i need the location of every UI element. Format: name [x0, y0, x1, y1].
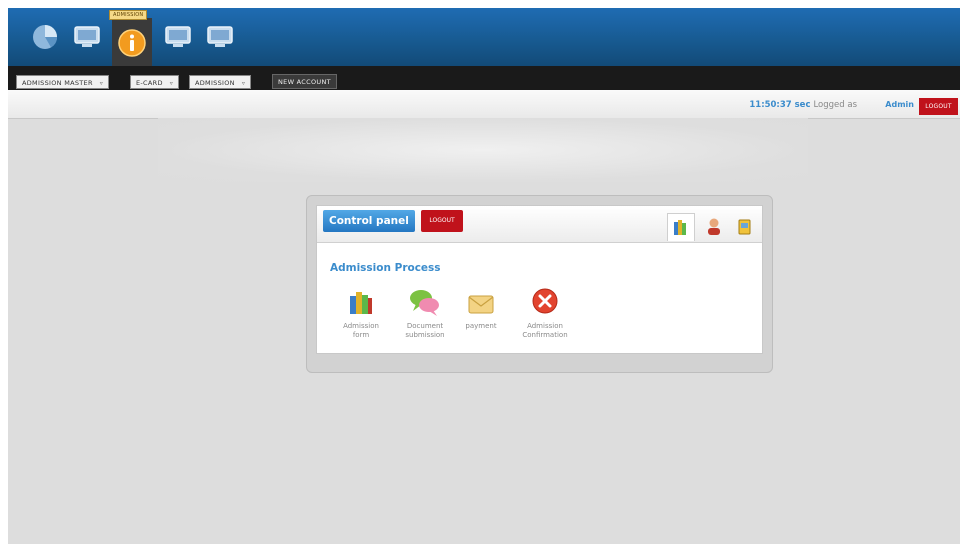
- panel-logout-button[interactable]: LOGOUT: [421, 210, 463, 232]
- app-admission-confirmation[interactable]: Admission Confirmation: [517, 286, 573, 340]
- tab-admission[interactable]: [667, 213, 695, 241]
- monitor-icon[interactable]: [205, 22, 235, 52]
- control-panel: Control panel LOGOUT Admission Process A…: [316, 205, 763, 354]
- app-label-line2: Confirmation: [522, 331, 568, 339]
- tab-notebook[interactable]: [731, 214, 759, 242]
- info-icon[interactable]: [117, 28, 147, 58]
- app-label-line1: Admission: [343, 322, 379, 330]
- top-banner: ADMISSION: [8, 8, 960, 66]
- chevron-down-icon: ▿: [99, 80, 104, 87]
- menu-label: NEW ACCOUNT: [278, 78, 331, 86]
- section-title: Admission Process: [330, 262, 441, 274]
- books-icon: [350, 292, 372, 314]
- clock-time: 11:50:37 sec: [749, 100, 811, 110]
- menu-label: ADMISSION: [195, 79, 235, 87]
- app-label-line2: submission: [405, 331, 445, 339]
- logged-as-label: Logged as: [813, 100, 857, 110]
- icon-tooltip: ADMISSION: [109, 10, 148, 20]
- cancel-circle-icon: [532, 288, 558, 314]
- app-document-submission[interactable]: Document submission: [397, 286, 453, 340]
- menu-admission[interactable]: ADMISSION ▿: [189, 75, 252, 89]
- status-bar: 11:50:37 sec Logged as Admin LOGOUT: [8, 90, 960, 119]
- background-glow: [158, 118, 808, 182]
- menu-e-card[interactable]: E-CARD ▿: [130, 75, 180, 89]
- app-window: ADMISSION ADMISSION MASTER ▿ E-CARD ▿ AD…: [8, 8, 960, 544]
- pie-chart-icon[interactable]: [30, 22, 60, 52]
- monitor-icon[interactable]: [163, 22, 193, 52]
- control-panel-button[interactable]: Control panel: [323, 210, 415, 232]
- header-logout-button[interactable]: LOGOUT: [919, 98, 958, 115]
- app-label: payment: [453, 322, 509, 331]
- current-user: Admin: [885, 100, 914, 109]
- app-label-line1: Document: [406, 322, 444, 330]
- app-label-line2: form: [352, 331, 370, 339]
- chevron-down-icon: ▿: [169, 80, 174, 87]
- chat-bubbles-icon: [410, 290, 439, 316]
- notebook-icon: [738, 219, 751, 235]
- menu-bar: ADMISSION MASTER ▿ E-CARD ▿ ADMISSION ▿ NEW…: [8, 66, 960, 90]
- app-admission-form[interactable]: Admission form: [333, 286, 389, 340]
- menu-new-account[interactable]: NEW ACCOUNT: [272, 74, 337, 89]
- control-panel-header: Control panel LOGOUT: [317, 206, 762, 243]
- app-payment[interactable]: payment: [453, 286, 509, 331]
- app-label: Admission Confirmation: [517, 322, 573, 340]
- tab-users[interactable]: [701, 214, 729, 242]
- menu-label: ADMISSION MASTER: [22, 79, 93, 87]
- app-label-line1: Admission: [527, 322, 563, 330]
- monitor-icon[interactable]: [72, 22, 102, 52]
- app-label: Admission form: [333, 322, 389, 340]
- chevron-down-icon: ▿: [241, 80, 246, 87]
- app-label-line1: payment: [465, 322, 497, 330]
- envelope-icon: [468, 295, 494, 314]
- user-icon: [708, 218, 720, 235]
- menu-admission-master[interactable]: ADMISSION MASTER ▿: [16, 75, 110, 89]
- menu-label: E-CARD: [136, 79, 163, 87]
- session-clock: 11:50:37 sec Logged as: [749, 100, 857, 110]
- books-icon: [674, 220, 686, 235]
- app-label: Document submission: [397, 322, 453, 340]
